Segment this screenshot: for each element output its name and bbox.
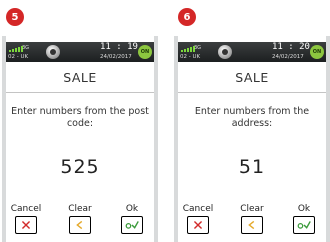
soft-keys: Cancel Clear Ok [178,204,326,240]
screen-title: SALE [235,70,269,85]
entry-prompt: Enter numbers from the address: [194,106,310,129]
entered-value[interactable]: 525 [6,156,154,178]
status-date: 24/02/2017 [272,54,304,60]
clear-arrow-icon[interactable] [241,216,263,234]
globe-icon [46,45,60,59]
status-time: 11 : 20 [272,42,310,52]
ok-label: Ok [125,204,139,214]
step-panel-5: 5 3G 02 - UK 11 : 19 24/02/2017 ON SALE … [2,0,158,242]
status-date: 24/02/2017 [100,54,132,60]
soft-keys: Cancel Clear Ok [6,204,154,240]
payment-terminal-screen: 3G 02 - UK 11 : 20 24/02/2017 ON SALE En… [174,36,330,242]
status-bar: 3G 02 - UK 11 : 19 24/02/2017 ON [6,42,154,62]
clear-arrow-icon[interactable] [69,216,91,234]
status-bar: 3G 02 - UK 11 : 20 24/02/2017 ON [178,42,326,62]
cancel-button[interactable]: Cancel [178,204,218,234]
step-panel-6: 6 3G 02 - UK 11 : 20 24/02/2017 ON SALE … [174,0,330,242]
carrier-name: 02 - UK [180,54,201,60]
clear-button[interactable]: Clear [60,204,100,234]
screen-title: SALE [63,70,97,85]
clear-label: Clear [68,204,92,214]
ok-button[interactable]: Ok [112,204,152,234]
status-time: 11 : 19 [100,42,138,52]
battery-icon: ON [310,45,324,59]
clear-button[interactable]: Clear [232,204,272,234]
network-type: 3G [22,45,30,51]
ok-check-icon[interactable] [293,216,315,234]
title-divider [178,92,326,93]
globe-icon [218,45,232,59]
cancel-x-icon[interactable] [187,216,209,234]
ok-check-icon[interactable] [121,216,143,234]
bezel-right [154,36,158,242]
battery-icon: ON [138,45,152,59]
cancel-label: Cancel [182,204,214,214]
carrier-name: 02 - UK [8,54,29,60]
entry-prompt: Enter numbers from the post code: [11,106,149,129]
cancel-label: Cancel [10,204,42,214]
step-number-badge: 6 [178,8,196,26]
bezel-right [326,36,330,242]
ok-button[interactable]: Ok [284,204,324,234]
network-type: 3G [194,45,202,51]
cancel-x-icon[interactable] [15,216,37,234]
payment-terminal-screen: 3G 02 - UK 11 : 19 24/02/2017 ON SALE En… [2,36,158,242]
ok-label: Ok [297,204,311,214]
clear-label: Clear [240,204,264,214]
cancel-button[interactable]: Cancel [6,204,46,234]
title-divider [6,92,154,93]
step-number-badge: 5 [6,8,24,26]
entered-value[interactable]: 51 [178,156,326,178]
